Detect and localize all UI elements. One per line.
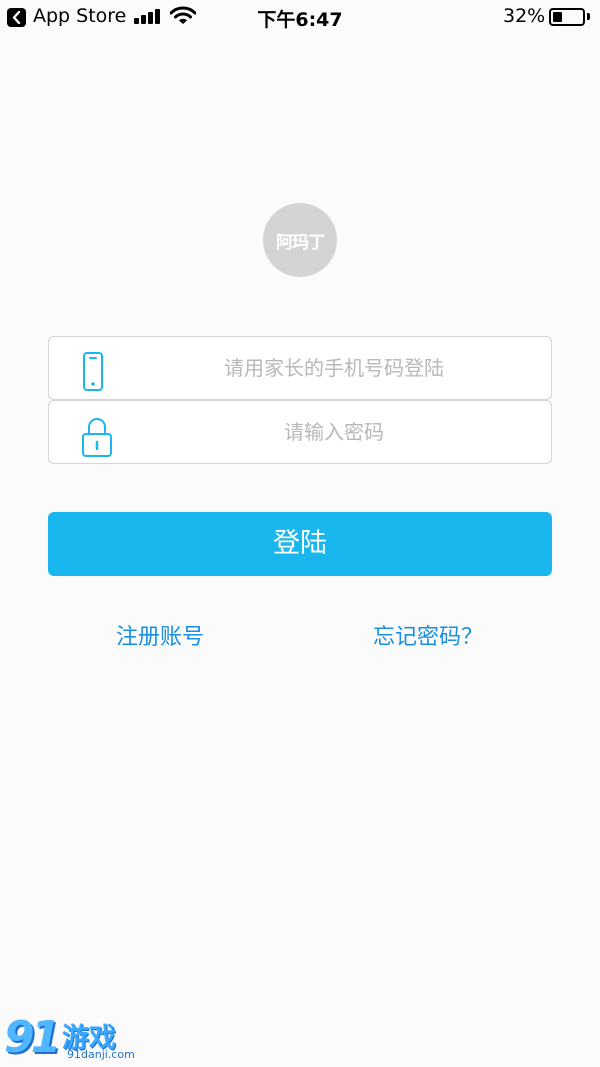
phone-input[interactable] — [119, 337, 549, 399]
phone-field[interactable] — [48, 336, 552, 400]
forgot-password-link[interactable]: 忘记密码？ — [373, 619, 483, 651]
battery-tip — [587, 13, 590, 20]
watermark-url: 91danji.com — [67, 1048, 135, 1061]
register-link[interactable]: 注册账号 — [116, 619, 204, 651]
status-bar: App Store 下午6:47 32% — [0, 0, 600, 34]
watermark-logo: 91 游戏 91danji.com — [4, 1012, 136, 1064]
battery-percent: 32% — [503, 5, 546, 27]
password-field[interactable] — [48, 400, 552, 464]
watermark-number: 91 — [4, 1012, 61, 1063]
app-logo: 阿玛丁 — [263, 203, 337, 277]
battery-fill — [553, 12, 562, 22]
lock-icon — [80, 415, 114, 463]
login-button[interactable]: 登陆 — [48, 512, 552, 576]
battery-icon — [549, 8, 585, 26]
phone-icon — [80, 351, 106, 397]
password-input[interactable] — [119, 401, 549, 463]
